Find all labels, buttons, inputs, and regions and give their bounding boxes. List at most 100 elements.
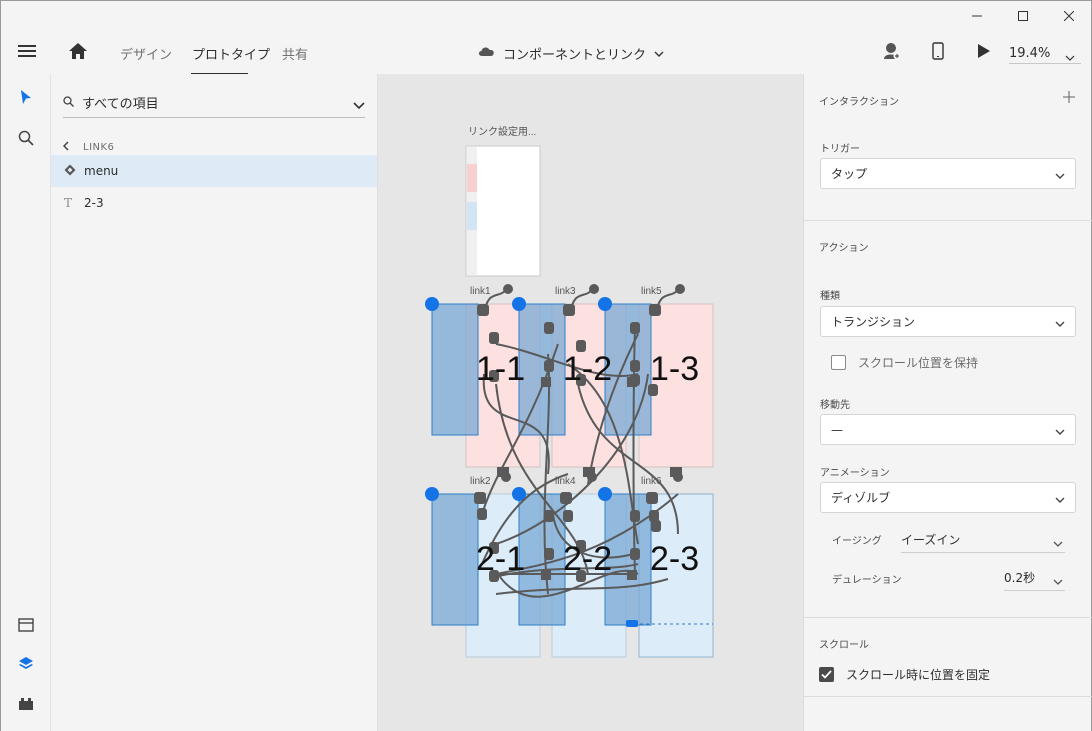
menu-overlay[interactable] (431, 303, 479, 436)
menu-artboard-label: リンク設定用... (468, 125, 536, 138)
close-button[interactable] (1046, 1, 1092, 33)
select-tool-button[interactable] (15, 88, 37, 110)
animation-dropdown[interactable]: ディゾルブ (820, 482, 1076, 513)
layer-item-menu[interactable]: menu (51, 155, 377, 187)
window-titlebar (0, 0, 1092, 32)
trigger-value: タップ (831, 167, 868, 181)
text-icon: T (64, 196, 73, 210)
section-divider (804, 696, 1092, 697)
search-icon (63, 95, 74, 110)
fix-position-checkbox[interactable] (819, 666, 834, 682)
action-type-value: トランジション (831, 315, 916, 329)
home-icon (68, 42, 88, 64)
interaction-header: インタラクション (819, 97, 899, 108)
assets-icon (18, 617, 34, 635)
tool-rail (0, 74, 51, 731)
destination-dropdown[interactable]: — (820, 414, 1076, 445)
component-icon (64, 164, 84, 179)
artboard-title-2-2: 2-2 (563, 540, 612, 578)
destination-value: — (831, 422, 843, 437)
device-preview-button[interactable] (932, 32, 944, 74)
animation-value: ディゾルブ (831, 491, 891, 505)
tab-prototype[interactable]: プロトタイプ (192, 32, 270, 74)
cloud-icon (477, 45, 495, 61)
tab-share[interactable]: 共有 (282, 32, 308, 74)
preserve-scroll-label: スクロール位置を保持 (858, 355, 979, 370)
design-canvas[interactable]: リンク設定用... link1 link3 link5 link2 link4 … (378, 74, 803, 731)
zoom-tool-button[interactable] (15, 128, 37, 150)
mobile-icon (932, 42, 944, 64)
zoom-dropdown[interactable]: 19.4% (1009, 32, 1081, 74)
chevron-down-icon (1055, 493, 1065, 507)
duration-label: デュレーション (832, 575, 902, 586)
fix-position-label: スクロール時に位置を固定 (846, 667, 991, 682)
maximize-button[interactable] (1000, 1, 1046, 33)
property-inspector: インタラクション トリガー タップ アクション 種類 トランジション スクロール… (803, 74, 1092, 731)
artboard-title-1-1: 1-1 (476, 350, 525, 388)
action-type-dropdown[interactable]: トランジション (820, 306, 1076, 337)
layer-filter-value: すべての項目 (82, 97, 159, 112)
layers-panel: すべての項目 LINK6 menu T 2-3 (51, 74, 378, 731)
share-user-button[interactable] (883, 32, 901, 74)
trigger-dropdown[interactable]: タップ (820, 158, 1076, 189)
menu-overlay[interactable] (431, 493, 479, 626)
fix-position-option[interactable]: スクロール時に位置を固定 (819, 666, 990, 682)
layers-icon (18, 656, 34, 675)
play-icon (977, 43, 991, 63)
minimize-icon (972, 10, 982, 24)
type-label: 種類 (820, 291, 840, 302)
arrow-pointer-icon (19, 89, 33, 110)
user-add-icon (883, 42, 901, 64)
tab-design[interactable]: デザイン (120, 32, 172, 74)
layers-button[interactable] (15, 654, 37, 676)
menu-artboard[interactable] (465, 145, 541, 277)
plus-icon (1063, 91, 1075, 106)
action-header: アクション (819, 243, 869, 254)
zoom-underline (1009, 63, 1081, 64)
trigger-label: トリガー (820, 144, 860, 155)
plugins-button[interactable] (15, 694, 37, 716)
chevron-left-icon (62, 140, 69, 154)
animation-label: アニメーション (820, 468, 890, 479)
artboard-label-link3: link3 (555, 286, 576, 297)
chevron-down-icon (1055, 317, 1065, 331)
scroll-marker (626, 620, 638, 627)
easing-dropdown[interactable]: イーズイン (901, 527, 1065, 553)
assets-button[interactable] (15, 615, 37, 637)
add-interaction-button[interactable] (1063, 91, 1075, 106)
preserve-scroll-option[interactable]: スクロール位置を保持 (831, 354, 978, 370)
preserve-scroll-checkbox[interactable] (831, 354, 846, 370)
layer-label: menu (84, 164, 119, 178)
search-icon (18, 130, 34, 149)
duration-value: 0.2秒 (1004, 571, 1036, 585)
layer-filter-dropdown[interactable]: すべての項目 (63, 88, 365, 118)
duration-dropdown[interactable]: 0.2秒 (1004, 565, 1065, 591)
artboard-title-2-1: 2-1 (476, 540, 525, 578)
layer-item-2-3[interactable]: T 2-3 (51, 187, 377, 219)
hamburger-icon (18, 44, 36, 62)
artboard-title-2-3: 2-3 (650, 540, 699, 578)
destination-label: 移動先 (820, 400, 850, 411)
plugin-icon (18, 697, 34, 714)
canvas-artwork: リンク設定用... link1 link3 link5 link2 link4 … (425, 125, 714, 658)
close-icon (1063, 10, 1075, 24)
chevron-down-icon (1053, 537, 1063, 551)
checkmark-icon (821, 669, 832, 679)
play-preview-button[interactable] (977, 32, 991, 74)
artboard-label-link2: link2 (470, 476, 491, 487)
chevron-down-icon (1055, 169, 1065, 183)
artboard-label-link5: link5 (641, 286, 662, 297)
menu-overlay[interactable] (518, 303, 566, 436)
home-button[interactable] (68, 32, 88, 74)
chevron-down-icon (1055, 425, 1065, 439)
zoom-value: 19.4% (1009, 45, 1051, 61)
scroll-header: スクロール (819, 640, 869, 651)
minimize-button[interactable] (954, 1, 1000, 33)
section-divider (804, 617, 1092, 618)
layer-breadcrumb[interactable]: LINK6 (62, 138, 114, 156)
app-toolbar: デザイン プロトタイプ 共有 コンポーネントとリンク 19.4% (0, 32, 1092, 74)
document-title-dropdown[interactable]: コンポーネントとリンク (477, 32, 664, 74)
hamburger-menu-button[interactable] (18, 32, 36, 74)
easing-label: イージング (832, 536, 882, 547)
maximize-icon (1018, 10, 1028, 24)
